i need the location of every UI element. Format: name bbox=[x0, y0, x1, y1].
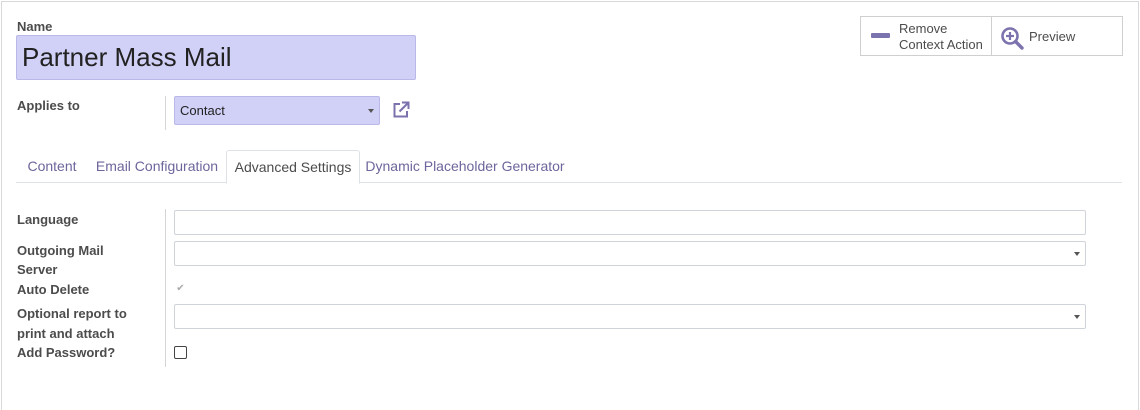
optional-report-select[interactable] bbox=[174, 304, 1086, 329]
outgoing-mail-server-label: Outgoing Mail Server bbox=[17, 241, 104, 279]
tab-dynamic-placeholder-generator[interactable]: Dynamic Placeholder Generator bbox=[360, 150, 570, 183]
auto-delete-label: Auto Delete bbox=[17, 282, 90, 297]
applies-to-value: Contact bbox=[180, 103, 225, 118]
preview-button-label: Preview bbox=[1029, 29, 1076, 44]
optional-report-label: Optional report to print and attach bbox=[17, 304, 127, 344]
zoom-in-icon bbox=[1001, 27, 1024, 50]
remove-context-action-button[interactable]: Remove Context Action bbox=[861, 17, 992, 55]
caret-down-icon bbox=[368, 109, 374, 113]
applies-to-label: Applies to bbox=[17, 98, 80, 113]
external-link-icon[interactable] bbox=[391, 100, 411, 120]
add-password-label: Add Password? bbox=[17, 345, 116, 360]
optional-report-label-line2: print and attach bbox=[17, 326, 115, 341]
applies-to-select[interactable]: Contact bbox=[174, 96, 380, 125]
outgoing-mail-server-label-line2: Server bbox=[17, 262, 58, 277]
preview-button[interactable]: Preview bbox=[992, 17, 1122, 55]
name-label: Name bbox=[17, 19, 53, 34]
caret-down-icon bbox=[1074, 252, 1080, 256]
minus-icon bbox=[871, 33, 890, 38]
remove-button-label: Remove Context Action bbox=[899, 21, 983, 53]
tab-advanced-settings[interactable]: Advanced Settings bbox=[226, 150, 360, 184]
checkmark-icon: ✔ bbox=[176, 283, 185, 294]
remove-button-label-line1: Remove bbox=[899, 21, 948, 36]
optional-report-label-line1: Optional report to bbox=[17, 306, 127, 321]
notebook-tabs: Content Email Configuration Advanced Set… bbox=[16, 150, 1122, 184]
outgoing-mail-server-select[interactable] bbox=[174, 241, 1086, 266]
smart-button-box: Remove Context Action Preview bbox=[860, 16, 1123, 56]
outgoing-mail-server-label-line1: Outgoing Mail bbox=[17, 243, 104, 258]
language-label: Language bbox=[17, 212, 79, 227]
caret-down-icon bbox=[1074, 315, 1080, 319]
language-select[interactable] bbox=[174, 210, 1086, 235]
remove-button-label-line2: Context Action bbox=[899, 37, 983, 52]
tab-email-configuration[interactable]: Email Configuration bbox=[88, 150, 226, 183]
advanced-separator bbox=[165, 209, 166, 367]
add-password-checkbox[interactable] bbox=[174, 346, 187, 359]
name-input[interactable]: Partner Mass Mail bbox=[16, 35, 416, 80]
applies-to-separator bbox=[165, 96, 166, 130]
tab-content[interactable]: Content bbox=[16, 150, 88, 183]
